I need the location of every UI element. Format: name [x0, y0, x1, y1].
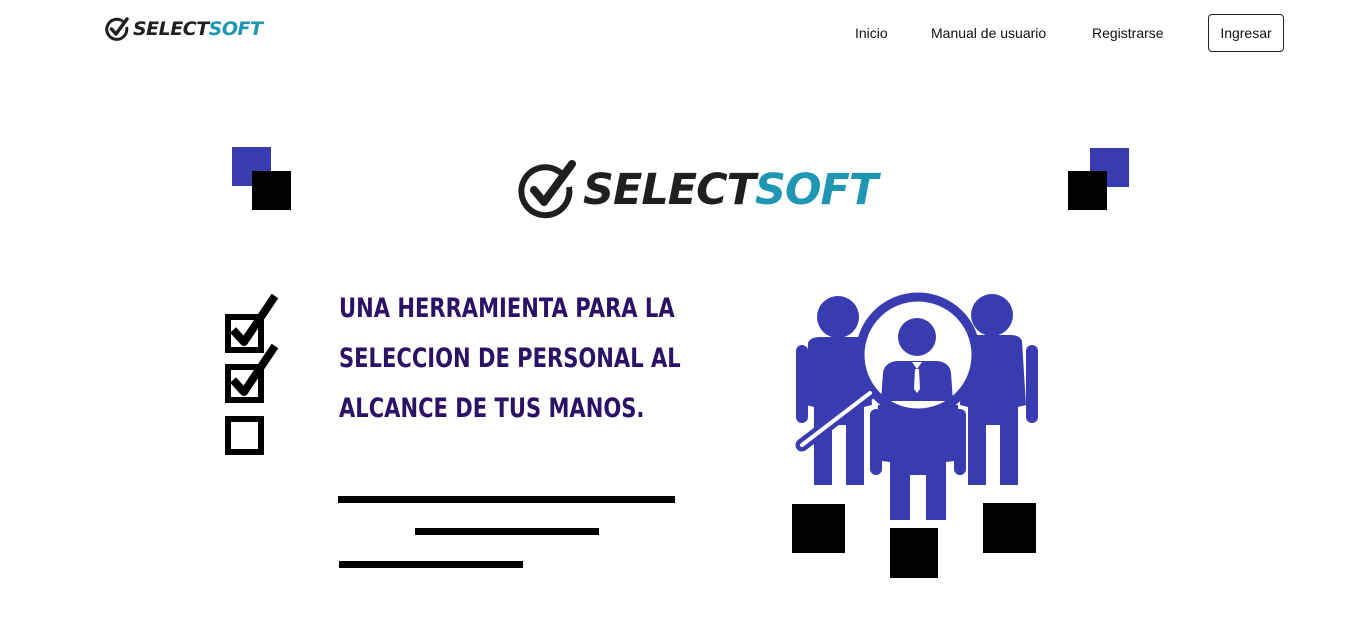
decor-square — [792, 504, 845, 553]
headline-line: SELECCION DE PERSONAL AL — [339, 343, 681, 374]
check-circle-icon — [105, 17, 129, 41]
nav-inicio-link[interactable]: Inicio — [855, 25, 888, 41]
hero-brand-name: SELECTSOFT — [583, 165, 878, 215]
brand-name: SELECTSOFT — [133, 18, 263, 40]
decor-line — [415, 528, 599, 535]
headline-line: UNA HERRAMIENTA PARA LA — [339, 293, 675, 324]
check-circle-icon — [518, 160, 576, 219]
checkbox-checked-icon — [225, 343, 279, 403]
decor-square-black-right — [1068, 171, 1107, 210]
nav-registrarse-link[interactable]: Registrarse — [1092, 25, 1164, 41]
decor-line — [338, 496, 675, 503]
decor-square — [890, 528, 938, 578]
hero-headline: UNA HERRAMIENTA PARA LA SELECCION DE PER… — [339, 284, 681, 434]
hero-logo: SELECTSOFT — [517, 160, 878, 220]
decor-line — [339, 561, 523, 568]
ingresar-button[interactable]: Ingresar — [1208, 14, 1284, 52]
navbar: SELECTSOFT Inicio Manual de usuario Regi… — [0, 0, 1347, 68]
decor-square-black-left — [252, 171, 291, 210]
nav-manual-link[interactable]: Manual de usuario — [931, 25, 1046, 41]
checkbox-checked-icon — [225, 293, 279, 353]
checkbox-empty-icon — [225, 416, 264, 455]
decor-square — [983, 503, 1036, 553]
headline-line: ALCANCE DE TUS MANOS. — [339, 393, 645, 424]
checklist-icon — [225, 293, 279, 455]
brand-logo[interactable]: SELECTSOFT — [104, 16, 263, 42]
